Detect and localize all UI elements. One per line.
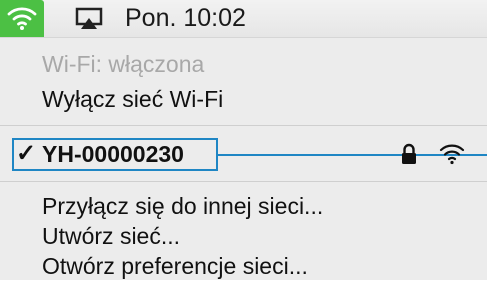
airplay-icon[interactable] — [75, 7, 103, 31]
menu-bar: Pon. 10:02 — [0, 0, 487, 37]
wifi-menu-extra[interactable] — [0, 0, 44, 37]
wifi-dropdown-menu: Wi-Fi: włączona Wyłącz sieć Wi-Fi ✓ YH-0… — [0, 37, 487, 280]
create-network-item[interactable]: Utwórz sieć... — [42, 221, 180, 251]
turn-off-wifi-item[interactable]: Wyłącz sieć Wi-Fi — [42, 84, 223, 114]
join-other-network-item[interactable]: Przyłącz się do innej sieci... — [42, 191, 323, 221]
network-item-yh-00000230[interactable]: ✓ YH-00000230 — [0, 138, 487, 172]
menu-divider — [0, 125, 487, 126]
annotation-highlight-box — [12, 138, 218, 171]
lock-icon — [402, 143, 416, 164]
wifi-icon — [7, 7, 37, 30]
wifi-status-label: Wi-Fi: włączona — [42, 51, 205, 77]
menu-divider — [0, 181, 487, 182]
menubar-clock[interactable]: Pon. 10:02 — [125, 2, 246, 35]
open-network-preferences-item[interactable]: Otwórz preferencje sieci... — [42, 251, 308, 281]
wifi-signal-icon — [439, 144, 465, 165]
